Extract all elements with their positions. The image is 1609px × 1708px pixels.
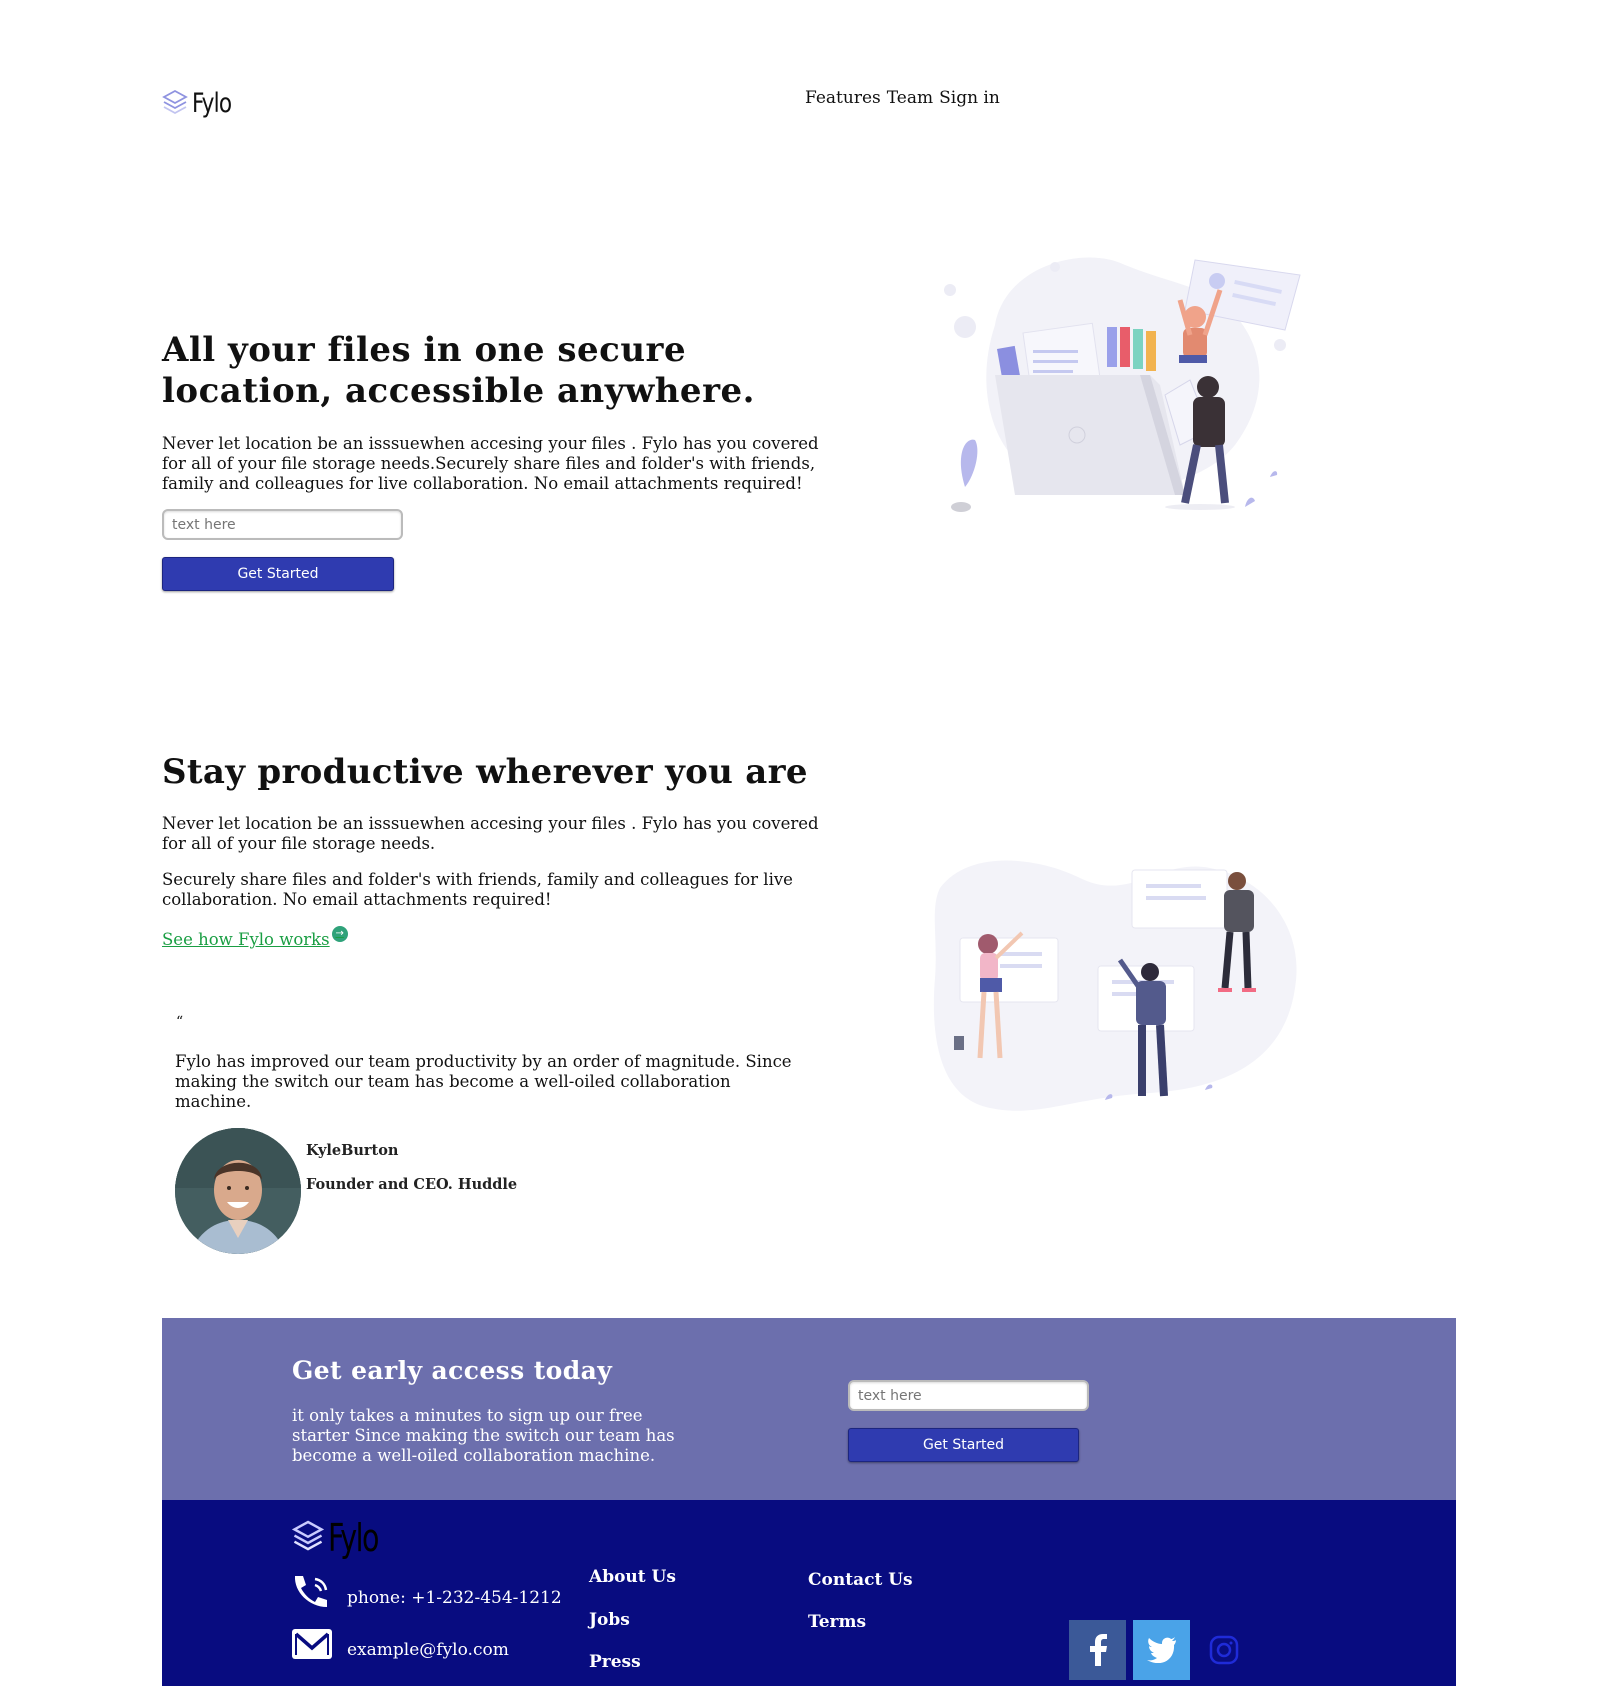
quote-mark: “: [176, 1014, 184, 1030]
early-access-get-started-button[interactable]: Get Started: [848, 1428, 1079, 1462]
instagram-icon: [1209, 1635, 1238, 1665]
logo-text: Fylo: [192, 88, 232, 119]
footer-link-about[interactable]: About Us: [589, 1567, 676, 1587]
footer-email[interactable]: example@fylo.com: [347, 1640, 509, 1660]
testimonial-role: Founder and CEO. Huddle: [306, 1176, 518, 1193]
hero-title: All your files in one secure location, a…: [162, 330, 755, 411]
instagram-button[interactable]: [1195, 1620, 1252, 1680]
header-logo[interactable]: Fylo: [162, 88, 241, 119]
see-how-link-text: See how Fylo works: [162, 930, 330, 949]
hero-text: Never let location be an isssuewhen acce…: [162, 434, 819, 493]
testimonial-quote: Fylo has improved our team productivity …: [175, 1052, 792, 1111]
mail-icon: [292, 1629, 332, 1659]
footer-link-terms[interactable]: Terms: [808, 1612, 866, 1632]
hero-email-input[interactable]: [162, 509, 403, 540]
arrow-right-icon: →: [331, 926, 348, 942]
layers-logo-icon: [162, 89, 188, 114]
phone-icon: [294, 1576, 328, 1607]
nav-sign-in[interactable]: Sign in: [939, 88, 1000, 108]
productive-paragraph-2: Securely share files and folder's with f…: [162, 870, 793, 909]
twitter-button[interactable]: [1133, 1620, 1190, 1680]
avatar: [175, 1128, 301, 1254]
layers-logo-icon: [292, 1520, 324, 1551]
productive-paragraph-1: Never let location be an isssuewhen acce…: [162, 814, 819, 853]
productivity-illustration: [933, 860, 1297, 1111]
top-nav: Features Team Sign in: [805, 88, 1000, 108]
early-access-text: it only takes a minutes to sign up our f…: [292, 1406, 675, 1465]
footer-logo[interactable]: Fylo: [292, 1516, 395, 1560]
see-how-link[interactable]: See how Fylo works →: [162, 926, 348, 949]
person-photo-icon: [175, 1128, 301, 1254]
footer-link-press[interactable]: Press: [589, 1652, 641, 1672]
files-illustration: [944, 257, 1301, 512]
footer-link-contact[interactable]: Contact Us: [808, 1570, 913, 1590]
early-access-title: Get early access today: [292, 1356, 613, 1385]
productive-title: Stay productive wherever you are: [162, 752, 808, 792]
footer-logo-text: Fylo: [328, 1516, 379, 1560]
early-access-email-input[interactable]: [848, 1380, 1089, 1411]
testimonial-name: KyleBurton: [306, 1142, 399, 1159]
hero-get-started-button[interactable]: Get Started: [162, 557, 394, 591]
facebook-icon: [1089, 1634, 1107, 1666]
footer-phone: phone: +1-232-454-1212: [347, 1588, 562, 1608]
footer-link-jobs[interactable]: Jobs: [589, 1610, 630, 1630]
nav-team[interactable]: Team: [887, 88, 933, 108]
twitter-icon: [1146, 1637, 1176, 1663]
facebook-button[interactable]: [1069, 1620, 1126, 1680]
nav-features[interactable]: Features: [805, 88, 881, 108]
